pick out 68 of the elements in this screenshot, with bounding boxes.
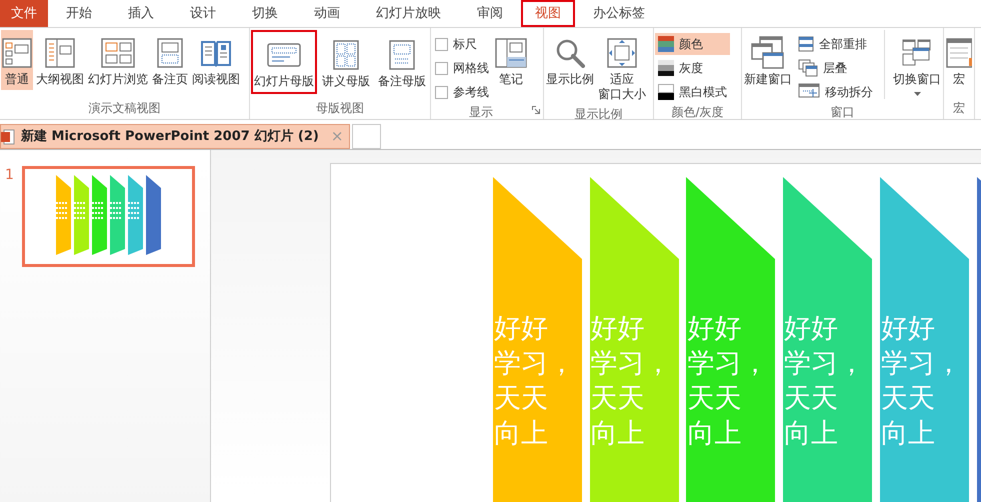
- ribbon-button[interactable]: 显示比例: [545, 30, 595, 90]
- ribbon-button[interactable]: 阅读视图: [191, 30, 241, 90]
- caret-icon: [914, 92, 920, 96]
- slide-number: 1: [5, 166, 14, 184]
- document-title: 新建 Microsoft PowerPoint 2007 幻灯片 (2): [21, 128, 319, 146]
- fit-window-icon: [607, 38, 637, 68]
- group-label: 窗口: [830, 104, 854, 119]
- slide-grid-icon: [101, 38, 135, 68]
- windows-icon: [902, 39, 932, 67]
- handout-master-icon: [333, 40, 359, 70]
- ribbon-tab[interactable]: 幻灯片放映: [358, 0, 459, 27]
- ribbon-button[interactable]: 备注母版: [375, 30, 429, 94]
- ribbon-tab[interactable]: 动画: [296, 0, 358, 27]
- ribbon-button[interactable]: 移动拆分: [795, 81, 876, 103]
- ribbon-button[interactable]: 普通: [1, 30, 33, 90]
- search-icon: [555, 38, 585, 68]
- notes-pane-icon: [495, 38, 527, 68]
- ribbon-button[interactable]: 层叠: [795, 57, 876, 79]
- ribbon-button[interactable]: 备注页: [151, 30, 189, 90]
- ribbon-button[interactable]: 颜色: [655, 33, 730, 55]
- group-label: 母版视图: [316, 100, 364, 117]
- checkbox[interactable]: 网格线: [432, 57, 492, 79]
- checkbox[interactable]: 参考线: [432, 81, 492, 103]
- ribbon-button[interactable]: 灰度: [655, 57, 730, 79]
- color-swatch-icon: [658, 36, 674, 52]
- slide-text: 好好 学习， 天天 向上: [494, 312, 575, 451]
- document-tab[interactable]: 新建 Microsoft PowerPoint 2007 幻灯片 (2) ×: [0, 124, 350, 149]
- file-tab[interactable]: 文件: [0, 0, 48, 27]
- ribbon-button[interactable]: 讲义母版: [319, 30, 373, 94]
- presentation-file-icon: [1, 128, 15, 144]
- checkbox[interactable]: 标尺: [432, 33, 492, 55]
- macro-icon: [946, 38, 972, 68]
- slide-master-icon: [267, 43, 301, 67]
- ribbon-tab[interactable]: 办公标签: [575, 0, 663, 27]
- dialog-launcher-icon[interactable]: [532, 106, 540, 114]
- ribbon-tab[interactable]: 插入: [110, 0, 172, 27]
- cascade-icon: [798, 59, 818, 77]
- grayscale-swatch-icon: [658, 60, 674, 76]
- book-icon: [200, 38, 232, 68]
- slide-text: 好好 学习， 天天 向上: [590, 312, 672, 451]
- ribbon-button[interactable]: 黑白模式: [655, 81, 730, 103]
- ribbon-button[interactable]: 新建窗口: [743, 30, 793, 90]
- notes-page-icon: [157, 38, 183, 68]
- group-label: 显示: [469, 104, 493, 119]
- ribbon-tab[interactable]: 切换: [234, 0, 296, 27]
- slide-text: 好好 学习， 天天 向上: [784, 312, 866, 451]
- ribbon-button[interactable]: 宏: [945, 30, 973, 90]
- group-label: 演示文稿视图: [88, 100, 160, 117]
- windows-icon: [751, 36, 785, 70]
- arrange-icon: [798, 36, 814, 52]
- ribbon-button[interactable]: 全部重排: [795, 33, 876, 55]
- outline-view-icon: [45, 38, 75, 68]
- slide-text: 好好 学习， 天天 向上: [880, 312, 962, 451]
- ribbon-button[interactable]: 幻灯片母版: [251, 30, 317, 94]
- ribbon-tab[interactable]: 开始: [48, 0, 110, 27]
- ribbon-button[interactable]: 适应 窗口大小: [597, 30, 647, 105]
- ribbon-button[interactable]: 笔记: [494, 30, 528, 90]
- monochrome-swatch-icon: [658, 84, 674, 100]
- slide-text: 好好 学习， 天天 向上: [687, 312, 768, 451]
- ribbon-tab[interactable]: 设计: [172, 0, 234, 27]
- ribbon-tab[interactable]: 视图: [521, 0, 575, 27]
- group-label: 宏: [953, 100, 965, 117]
- dropdown-button[interactable]: 切换窗口: [884, 30, 942, 99]
- group-label: 颜色/灰度: [671, 104, 724, 119]
- ribbon-button[interactable]: 大纲视图: [35, 30, 85, 90]
- ribbon-button[interactable]: 幻灯片浏览: [87, 30, 149, 90]
- ribbon-tab[interactable]: 审阅: [459, 0, 521, 27]
- notes-master-icon: [389, 40, 415, 70]
